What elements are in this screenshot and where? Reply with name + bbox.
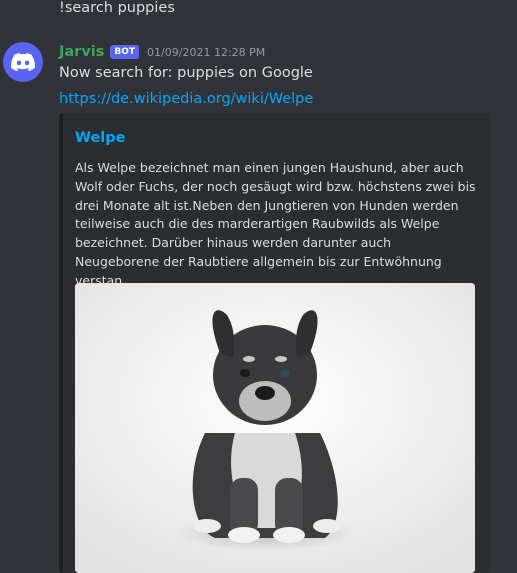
puppy-photo-icon <box>75 283 475 573</box>
embed-description: Als Welpe bezeichnet man einen jungen Ha… <box>75 160 476 288</box>
message-text: Now search for: puppies on Google <box>59 65 313 81</box>
embed-title[interactable]: Welpe <box>75 130 126 146</box>
bot-avatar[interactable] <box>3 42 43 82</box>
message-timestamp: 01/09/2021 12:28 PM <box>147 45 266 59</box>
previous-message-text: !search puppies <box>59 0 175 16</box>
message-link[interactable]: https://de.wikipedia.org/wiki/Welpe <box>59 91 313 107</box>
username[interactable]: Jarvis <box>59 44 104 60</box>
embed-image[interactable] <box>75 283 475 573</box>
bot-badge: BOT <box>110 45 140 59</box>
discord-logo-icon <box>11 53 35 71</box>
message-header: Jarvis BOT 01/09/2021 12:28 PM <box>59 42 265 62</box>
link-embed: Welpe Als Welpe bezeichnet man einen jun… <box>59 113 490 573</box>
